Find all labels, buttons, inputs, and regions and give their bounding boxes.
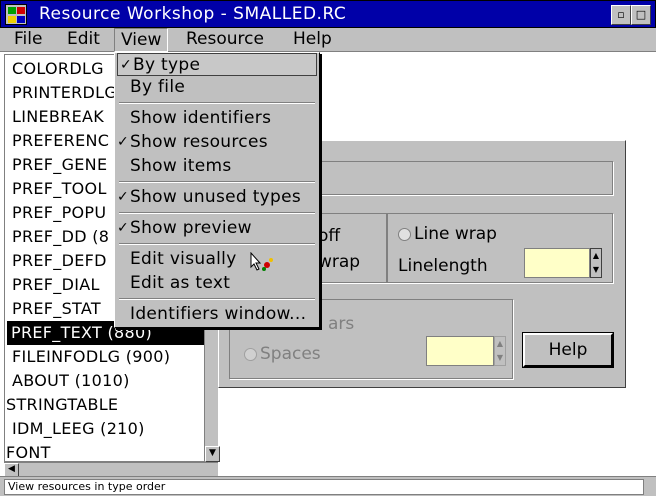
linelength-input[interactable] [524, 248, 590, 278]
off-label: off [318, 226, 341, 246]
list-item[interactable]: PREF_DEFD [12, 249, 107, 273]
spaces-radio[interactable] [244, 348, 257, 361]
check-icon: ✓ [117, 189, 130, 205]
menu-item-identifiers-window[interactable]: Identifiers window... [115, 303, 319, 326]
status-bar: View resources in type order [0, 476, 656, 496]
list-item[interactable]: LINEBREAK [12, 105, 104, 129]
menu-view[interactable]: View [114, 28, 169, 52]
linelength-spinner[interactable]: ▲ ▼ [590, 248, 602, 278]
list-item[interactable]: COLORDLG [12, 57, 104, 81]
spaces-input[interactable] [426, 336, 494, 366]
minimize-button[interactable]: ▫ [611, 5, 631, 25]
view-menu-dropdown: ✓ By type By file Show identifiers ✓ Sho… [114, 52, 320, 328]
spin-up-icon[interactable]: ▲ [591, 249, 601, 263]
mouse-cursor-icon [250, 252, 273, 271]
wrap-label: wrap [318, 252, 361, 272]
menu-item-label: Show unused types [130, 187, 302, 207]
menu-separator [119, 181, 315, 183]
status-text: View resources in type order [4, 479, 644, 495]
menu-edit[interactable]: Edit [61, 28, 106, 52]
help-button[interactable]: Help [522, 332, 614, 368]
list-item[interactable]: FONT [6, 441, 51, 461]
list-item[interactable]: PREF_GENE [12, 153, 107, 177]
maximize-button[interactable]: □ [631, 5, 651, 25]
menu-bar: File Edit View Resource Help [0, 28, 656, 52]
list-item[interactable]: FILEINFODLG (900) [12, 345, 170, 369]
list-item[interactable]: STRINGTABLE [6, 393, 118, 417]
spaces-label: Spaces [260, 344, 321, 364]
check-icon: ✓ [117, 220, 130, 236]
list-item[interactable]: PREF_POPU [12, 201, 106, 225]
menu-item-edit-visually[interactable]: Edit visually [115, 248, 319, 271]
window-title: Resource Workshop - SMALLED.RC [39, 4, 347, 24]
list-item[interactable]: ABOUT (1010) [12, 369, 130, 393]
list-item[interactable]: PREF_STAT [12, 297, 101, 321]
horizontal-scrollbar[interactable]: ◀ [4, 462, 218, 478]
menu-help[interactable]: Help [287, 28, 338, 52]
list-item[interactable]: PREF_TOOL [12, 177, 107, 201]
scroll-down-button[interactable]: ▼ [205, 446, 220, 462]
list-item[interactable]: PREFERENC [12, 129, 109, 153]
menu-file[interactable]: File [8, 28, 48, 52]
menu-separator [119, 212, 315, 214]
line-wrap-group: Line wrap Linelength ▲ ▼ [387, 213, 613, 283]
linelength-label: Linelength [398, 256, 488, 276]
line-wrap-radio[interactable] [398, 228, 411, 241]
spaces-spinner[interactable]: ▲ ▼ [494, 336, 506, 366]
menu-resource[interactable]: Resource [180, 28, 270, 52]
menu-item-show-items[interactable]: Show items [115, 155, 319, 178]
text-field-preview [315, 161, 613, 195]
title-bar: Resource Workshop - SMALLED.RC ▫ □ [0, 0, 656, 28]
spin-up-icon[interactable]: ▲ [495, 337, 505, 351]
check-icon: ✓ [117, 134, 130, 150]
menu-item-edit-as-text[interactable]: Edit as text [115, 272, 319, 295]
spin-down-icon[interactable]: ▼ [495, 351, 505, 365]
spin-down-icon[interactable]: ▼ [591, 263, 601, 277]
menu-item-show-unused-types[interactable]: ✓ Show unused types [115, 186, 319, 209]
list-item[interactable]: PREF_DIAL [12, 273, 100, 297]
menu-separator [119, 243, 315, 245]
list-item[interactable]: PREF_DD (8 [12, 225, 109, 249]
menu-item-label: By type [133, 55, 201, 75]
menu-item-label: Show preview [130, 218, 252, 238]
menu-item-show-identifiers[interactable]: Show identifiers [115, 107, 319, 130]
menu-separator [119, 298, 315, 300]
chars-label: ars [328, 314, 355, 334]
list-item[interactable]: PRINTERDLG [12, 81, 117, 105]
app-icon[interactable] [5, 4, 27, 25]
menu-item-show-resources[interactable]: ✓ Show resources [115, 131, 319, 154]
line-wrap-label: Line wrap [414, 224, 497, 244]
menu-item-by-file[interactable]: By file [115, 76, 319, 99]
list-item[interactable]: IDM_LEEG (210) [12, 417, 145, 441]
menu-item-show-preview[interactable]: ✓ Show preview [115, 217, 319, 240]
menu-item-label: Show resources [130, 132, 268, 152]
check-icon: ✓ [120, 57, 133, 73]
menu-item-by-type[interactable]: ✓ By type [117, 53, 317, 76]
menu-separator [119, 102, 315, 104]
